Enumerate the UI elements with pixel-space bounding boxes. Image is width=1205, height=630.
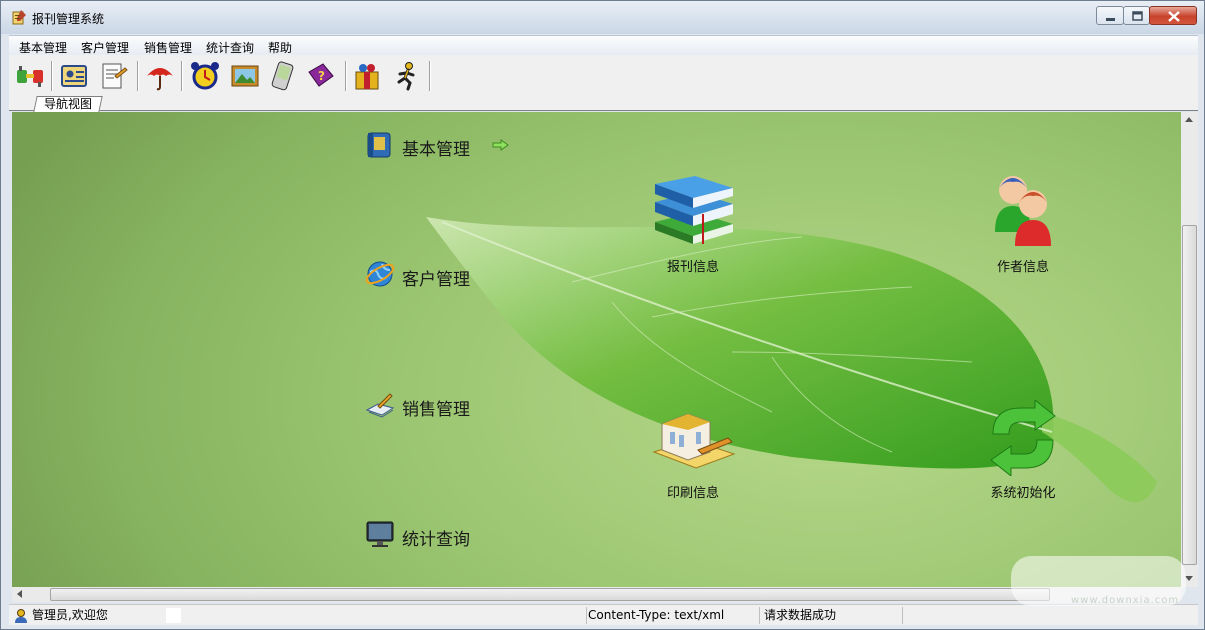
book-box-icon (367, 132, 391, 158)
nav-label: 统计查询 (402, 530, 470, 550)
window-title: 报刊管理系统 (32, 12, 105, 26)
books-icon (655, 176, 733, 244)
document-icon (102, 63, 128, 89)
restore-icon (1132, 11, 1143, 21)
nav-statistics-query[interactable]: 统计查询 (364, 518, 504, 550)
maximize-button[interactable] (1123, 6, 1150, 25)
toolbar-separator (181, 61, 183, 91)
minimize-button[interactable] (1096, 6, 1124, 25)
watermark-text: www.downxia.com (1071, 595, 1180, 606)
tile-printing-info[interactable]: 印刷信息 (633, 400, 753, 501)
horizontal-scroll-thumb[interactable] (50, 588, 1050, 601)
toolbar-gift-button[interactable] (351, 60, 383, 92)
monitor-icon (366, 521, 394, 547)
toolbar-picture-button[interactable] (229, 60, 261, 92)
pda-icon (271, 61, 294, 91)
alarm-clock-icon (191, 62, 219, 90)
refresh-icon (990, 400, 1056, 476)
menu-help[interactable]: 帮助 (268, 39, 292, 56)
arrow-right-icon (492, 139, 509, 151)
close-button[interactable] (1149, 6, 1197, 25)
status-indicator (166, 608, 181, 623)
tile-system-init[interactable]: 系统初始化 (963, 400, 1083, 501)
status-divider (902, 607, 903, 624)
toolbar-separator (137, 61, 139, 91)
status-user: 管理员,欢迎您 (32, 608, 108, 622)
help-book-icon: ? (308, 63, 334, 87)
status-divider (586, 607, 587, 624)
toolbar-connect-button[interactable] (15, 60, 47, 92)
printing-house-icon (652, 413, 736, 469)
tab-navigation-view[interactable]: 导航视图 (33, 96, 103, 112)
svg-text:?: ? (318, 69, 325, 83)
runner-icon (397, 62, 415, 91)
close-icon (1168, 11, 1180, 22)
app-window: 报刊管理系统 基本管理 客户管理 销售管理 统计查询 帮助 ? 导航视图 基本管… (0, 0, 1205, 630)
globe-icon (365, 261, 395, 287)
connect-icon (17, 66, 43, 87)
customer-card-icon (61, 65, 87, 87)
status-content-type: Content-Type: text/xml (588, 608, 725, 622)
vertical-scrollbar[interactable] (1181, 112, 1198, 587)
gift-icon (355, 64, 379, 90)
title-bar: 报刊管理系统 (1, 1, 1204, 34)
tile-label: 系统初始化 (990, 486, 1056, 501)
toolbar-separator (429, 61, 431, 91)
minimize-icon (1106, 18, 1115, 21)
tile-newspaper-info[interactable]: 报刊信息 (633, 174, 753, 275)
nav-sales-management[interactable]: 销售管理 (364, 388, 504, 420)
app-icon (12, 10, 26, 25)
user-status-icon (15, 609, 27, 623)
toolbar-document-button[interactable] (97, 60, 129, 92)
toolbar-separator (51, 61, 53, 91)
menu-bar: 基本管理 客户管理 销售管理 统计查询 帮助 (9, 35, 1198, 55)
scroll-down-icon[interactable] (1185, 576, 1193, 581)
toolbar-separator (345, 61, 347, 91)
menu-statistics[interactable]: 统计查询 (206, 39, 254, 56)
tile-label: 报刊信息 (666, 260, 719, 275)
nav-basic-management[interactable]: 基本管理 (364, 128, 524, 160)
status-bar: 管理员,欢迎您 Content-Type: text/xml 请求数据成功 (9, 604, 1198, 625)
toolbar: ? (9, 55, 1198, 97)
tab-label: 导航视图 (44, 97, 93, 111)
picture-icon (231, 65, 259, 87)
nav-customer-management[interactable]: 客户管理 (364, 258, 504, 290)
menu-basic[interactable]: 基本管理 (19, 39, 67, 56)
status-divider (759, 607, 760, 624)
nav-label: 销售管理 (402, 400, 470, 420)
users-icon (995, 176, 1051, 246)
toolbar-exit-button[interactable] (391, 60, 423, 92)
menu-customer[interactable]: 客户管理 (81, 39, 129, 56)
vertical-scroll-thumb[interactable] (1182, 225, 1197, 565)
pen-pad-icon (365, 393, 395, 418)
tile-author-info[interactable]: 作者信息 (963, 174, 1083, 275)
nav-label: 客户管理 (402, 270, 470, 290)
toolbar-help-button[interactable]: ? (305, 60, 337, 92)
toolbar-pda-button[interactable] (267, 60, 299, 92)
tile-label: 印刷信息 (666, 486, 719, 501)
tab-strip: 导航视图 (9, 96, 1198, 112)
scroll-left-icon[interactable] (17, 590, 22, 598)
horizontal-scrollbar[interactable] (12, 587, 1181, 602)
toolbar-alarm-button[interactable] (189, 60, 221, 92)
tile-label: 作者信息 (996, 260, 1049, 275)
scroll-up-icon[interactable] (1185, 117, 1193, 122)
toolbar-customer-card-button[interactable] (59, 60, 91, 92)
umbrella-icon (147, 68, 173, 91)
nav-label: 基本管理 (402, 140, 470, 160)
navigation-view-panel: 基本管理 客户管理 销售管理 统计查询 报刊信息 作者信息 印刷信息 系统初始化 (12, 112, 1181, 587)
menu-sales[interactable]: 销售管理 (144, 39, 192, 56)
toolbar-umbrella-button[interactable] (144, 60, 176, 92)
status-message: 请求数据成功 (764, 608, 837, 622)
